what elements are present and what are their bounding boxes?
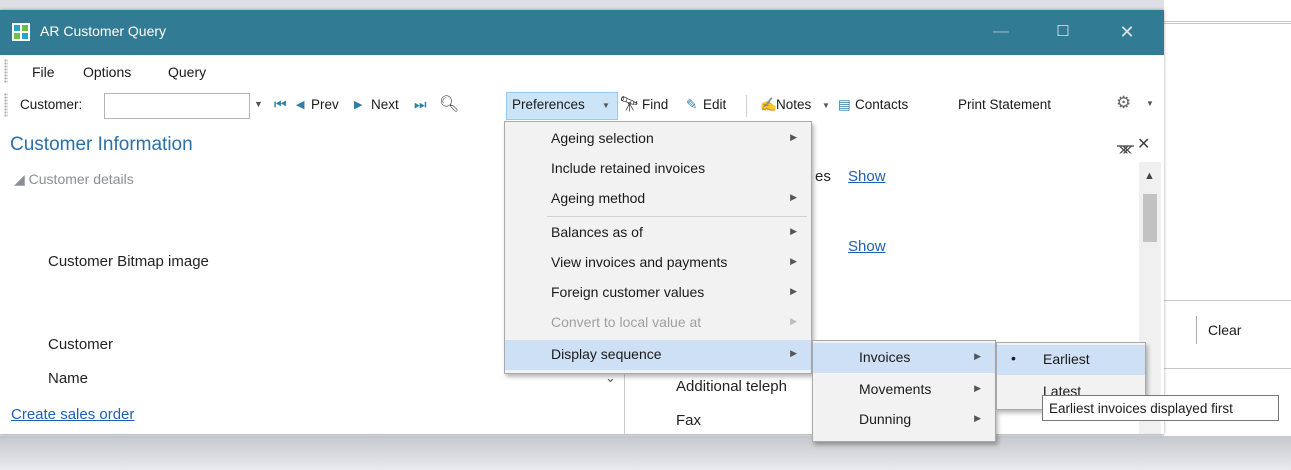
close-button[interactable]: ✕ — [1104, 17, 1150, 47]
menu-item-ageing-selection[interactable]: Ageing selection ▶ — [505, 124, 811, 154]
scroll-up-icon[interactable]: ▲ — [1144, 170, 1155, 182]
show-link-2[interactable]: Show — [848, 238, 886, 255]
pin-icon[interactable]: ᚘ — [1117, 137, 1134, 154]
maximize-button[interactable]: ☐ — [1040, 17, 1086, 47]
chevron-right-icon: ▶ — [790, 256, 797, 266]
title-bar: AR Customer Query — ☐ ✕ — [0, 10, 1164, 55]
chevron-right-icon: ▶ — [974, 413, 981, 423]
window-title: AR Customer Query — [40, 23, 167, 39]
show-link-1[interactable]: Show — [848, 168, 886, 185]
clear-button[interactable]: Clear — [1208, 322, 1241, 338]
scrollbar-thumb[interactable] — [1143, 194, 1157, 242]
customer-bitmap-label: Customer Bitmap image — [48, 253, 209, 270]
menu-item-dunning[interactable]: Dunning ▶ — [813, 405, 995, 435]
chevron-right-icon: ▶ — [790, 132, 797, 142]
fax-label: Fax — [676, 412, 702, 429]
menu-item-earliest[interactable]: • Earliest — [997, 345, 1145, 375]
menu-item-movements[interactable]: Movements ▶ — [813, 375, 995, 405]
chevron-down-icon[interactable]: ▼ — [254, 99, 263, 109]
gear-icon[interactable]: ⚙ — [1116, 93, 1131, 113]
name-label: Name — [48, 370, 89, 387]
chevron-right-icon: ▶ — [974, 383, 981, 393]
menu-options[interactable]: Options — [83, 64, 131, 80]
first-record-icon[interactable]: ⏮ — [274, 96, 287, 113]
preferences-button[interactable]: Preferences — [512, 97, 585, 112]
section-label: Customer details — [28, 171, 134, 187]
chevron-right-icon: ▶ — [790, 286, 797, 296]
menu-grip-handle[interactable] — [4, 59, 8, 83]
customer-label: Customer: — [20, 97, 83, 112]
menu-query[interactable]: Query — [168, 64, 206, 80]
prev-icon[interactable]: ◀ — [296, 98, 304, 111]
customer-label-field: Customer — [48, 336, 114, 353]
minimize-button[interactable]: — — [978, 17, 1024, 47]
menu-separator — [547, 216, 807, 217]
print-statement-button[interactable]: Print Statement — [958, 97, 1051, 112]
panel-close-icon[interactable]: ✕ — [1137, 134, 1150, 154]
display-sequence-menu: Invoices ▶ Movements ▶ Dunning ▶ — [812, 340, 996, 442]
find-button[interactable]: Find — [642, 97, 668, 112]
menu-item-view-invoices-payments[interactable]: View invoices and payments ▶ — [505, 248, 811, 278]
desktop-background — [0, 436, 1291, 470]
notes-icon[interactable]: ✍ — [760, 97, 777, 113]
contacts-button[interactable]: Contacts — [855, 97, 908, 112]
additional-telephone-label: Additional teleph — [676, 378, 787, 395]
menu-item-display-sequence[interactable]: Display sequence ▶ — [505, 340, 811, 370]
panel-title: Customer Information — [10, 134, 193, 155]
customer-input[interactable] — [104, 93, 250, 119]
binoculars-icon[interactable]: 🔭︎ — [620, 95, 639, 113]
chevron-down-icon[interactable]: ▼ — [822, 101, 830, 110]
section-customer-details[interactable]: ◢ Customer details — [14, 171, 134, 188]
chevron-right-icon: ▶ — [790, 316, 797, 326]
chevron-right-icon: ▶ — [790, 348, 797, 358]
chevron-right-icon: ▶ — [974, 351, 981, 361]
toolbar: Customer: ▼ ⏮ ◀ Prev ▶ Next ⏭ 🔍︎ Prefere… — [0, 89, 1164, 123]
menu-item-ageing-method[interactable]: Ageing method ▶ — [505, 184, 811, 214]
clear-field[interactable]: Clear — [1196, 316, 1286, 344]
app-icon — [12, 23, 30, 41]
menu-item-invoices[interactable]: Invoices ▶ — [813, 343, 995, 373]
preferences-menu: Ageing selection ▶ Include retained invoi… — [504, 121, 812, 374]
contacts-icon[interactable]: ▤ — [838, 97, 851, 113]
background-window — [1164, 0, 1291, 440]
edit-button[interactable]: Edit — [703, 97, 726, 112]
menu-item-balances-as-of[interactable]: Balances as of ▶ — [505, 218, 811, 248]
chevron-down-icon: ▼ — [602, 101, 610, 110]
bullet-icon: • — [1011, 350, 1016, 366]
column-divider — [624, 370, 625, 434]
edit-icon[interactable]: ✎ — [686, 97, 697, 113]
next-button[interactable]: Next — [371, 97, 399, 112]
chevron-down-icon[interactable]: ▼ — [1146, 99, 1154, 108]
menu-bar: File Options Query — [0, 55, 1164, 89]
prev-button[interactable]: Prev — [311, 97, 339, 112]
tooltip: Earliest invoices displayed first — [1042, 395, 1279, 421]
toolbar-grip-handle[interactable] — [4, 93, 8, 117]
menu-item-convert-to-local-value: Convert to local value at ▶ — [551, 314, 797, 330]
menu-item-foreign-customer-values[interactable]: Foreign customer values ▶ — [505, 278, 811, 308]
last-record-icon[interactable]: ⏭ — [414, 96, 427, 113]
chevron-right-icon: ▶ — [790, 226, 797, 236]
partial-label: es — [815, 168, 831, 185]
notes-button[interactable]: Notes — [776, 97, 811, 112]
create-sales-order-link[interactable]: Create sales order — [11, 406, 134, 423]
chevron-right-icon: ▶ — [790, 192, 797, 202]
search-icon[interactable]: 🔍︎ — [439, 94, 459, 114]
next-icon[interactable]: ▶ — [354, 98, 362, 111]
toolbar-separator — [746, 95, 747, 117]
menu-file[interactable]: File — [32, 64, 55, 80]
menu-item-include-retained-invoices[interactable]: Include retained invoices — [505, 154, 811, 184]
